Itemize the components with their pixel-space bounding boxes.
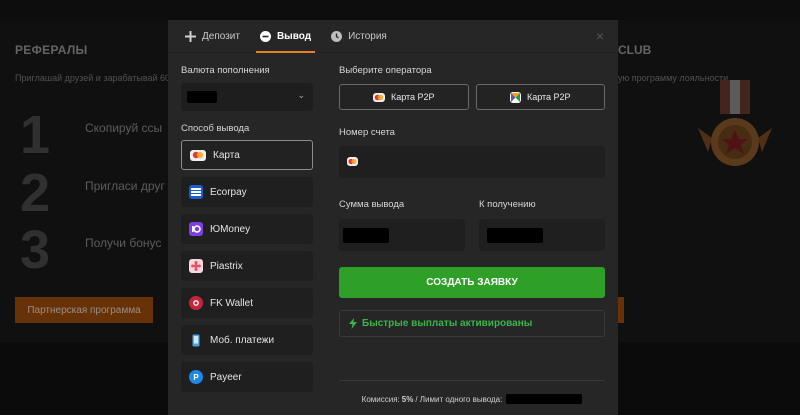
account-number-input[interactable] (339, 146, 605, 178)
minus-circle-icon (259, 30, 271, 42)
redacted-currency (187, 91, 217, 103)
method-piastrix-label: Piastrix (210, 260, 243, 272)
fast-payouts-text: Быстрые выплаты активированы (362, 318, 533, 329)
yoomoney-icon (189, 222, 203, 236)
method-card[interactable]: Карта (181, 140, 313, 170)
tab-deposit-label: Депозит (202, 30, 240, 42)
redacted-limit (506, 394, 583, 404)
method-list: Карта Ecorpay ЮMoney Piastrix FK Wallet … (181, 140, 313, 392)
sbp-p2p-icon (509, 91, 521, 103)
method-ecorpay[interactable]: Ecorpay (181, 177, 313, 207)
payment-modal: Депозит Вывод История × Валюта пополнени… (168, 20, 618, 415)
clock-icon (331, 30, 343, 42)
operator-sbp-p2p-label: Карта P2P (526, 92, 571, 102)
method-card-label: Карта (213, 149, 240, 161)
tab-withdraw[interactable]: Вывод (250, 20, 321, 53)
method-fk-wallet-label: FK Wallet (210, 297, 253, 309)
limit-label: / Лимит одного вывода: (415, 394, 503, 404)
amount-input[interactable] (339, 219, 465, 251)
ecorpay-icon (189, 185, 203, 199)
commission-value: 5% (401, 394, 414, 404)
currency-select[interactable]: ⌄ (181, 83, 313, 111)
operator-sbp-p2p[interactable]: Карта P2P (475, 84, 605, 110)
method-payeer[interactable]: P Payeer (181, 362, 313, 392)
method-payeer-label: Payeer (210, 371, 242, 383)
amount-label: Сумма вывода (339, 199, 405, 210)
receive-label: К получению (479, 199, 536, 210)
amount-group: Сумма вывода (339, 199, 465, 251)
method-yoomoney-label: ЮMoney (210, 223, 251, 235)
receive-group: К получению (479, 199, 605, 251)
payeer-icon: P (189, 370, 203, 384)
card-brand-icon (347, 157, 358, 166)
operator-card-p2p[interactable]: Карта P2P (339, 84, 469, 110)
modal-tabs: Депозит Вывод История × (168, 20, 618, 53)
lightning-icon (349, 318, 357, 329)
method-fk-wallet[interactable]: FK Wallet (181, 288, 313, 318)
mobile-phone-icon (189, 333, 203, 347)
fk-wallet-icon (189, 296, 203, 310)
redacted-receive-amount (487, 228, 543, 243)
method-yoomoney[interactable]: ЮMoney (181, 214, 313, 244)
method-label: Способ вывода (181, 123, 250, 134)
redacted-amount (343, 228, 389, 243)
tab-deposit[interactable]: Депозит (175, 20, 250, 53)
piastrix-icon (189, 259, 203, 273)
fast-payouts-banner: Быстрые выплаты активированы (339, 310, 605, 337)
method-mobile-label: Моб. платежи (210, 334, 275, 346)
method-ecorpay-label: Ecorpay (210, 186, 247, 198)
tab-history[interactable]: История (321, 20, 397, 53)
withdraw-left-column: Валюта пополнения ⌄ Способ вывода Карта … (181, 65, 313, 399)
currency-label: Валюта пополнения (181, 65, 270, 76)
operator-label: Выберите оператора (339, 65, 432, 76)
tab-withdraw-label: Вывод (276, 30, 312, 42)
card-p2p-icon (372, 92, 385, 102)
chevron-down-icon: ⌄ (297, 90, 305, 100)
operator-card-p2p-label: Карта P2P (390, 92, 435, 102)
commission-label: Комиссия: (361, 394, 400, 404)
receive-amount-field (479, 219, 605, 251)
operator-options: Карта P2P Карта P2P (339, 84, 605, 110)
account-label: Номер счета (339, 127, 395, 138)
commission-footer: Комиссия: 5% / Лимит одного вывода: (339, 380, 605, 404)
method-mobile[interactable]: Моб. платежи (181, 325, 313, 355)
close-icon[interactable]: × (596, 28, 604, 44)
plus-icon (185, 30, 196, 42)
visa-card-icon (190, 149, 206, 161)
create-request-button[interactable]: СОЗДАТЬ ЗАЯВКУ (339, 267, 605, 298)
withdraw-right-column: Выберите оператора Карта P2P Карта P2P Н… (339, 65, 605, 337)
tab-history-label: История (348, 30, 387, 42)
method-piastrix[interactable]: Piastrix (181, 251, 313, 281)
amount-row: Сумма вывода К получению (339, 199, 605, 251)
